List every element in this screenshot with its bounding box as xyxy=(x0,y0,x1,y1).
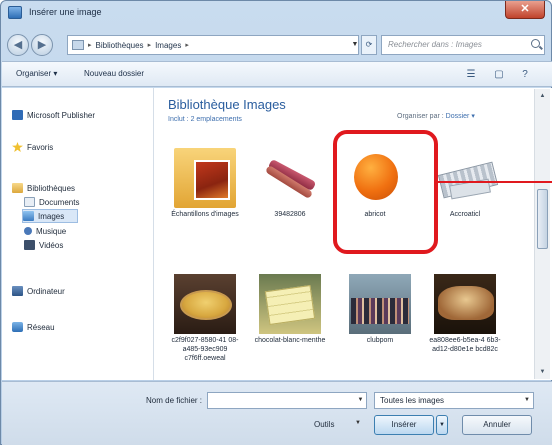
file-type-select[interactable]: Toutes les images ▼ xyxy=(374,392,534,409)
file-label: clubpom xyxy=(366,337,394,344)
search-input[interactable]: Rechercher dans : Images xyxy=(381,35,545,55)
library-locations-link[interactable]: Inclut : 2 emplacements xyxy=(168,116,242,123)
navigation-pane: Microsoft Publisher Favoris Bibliothèque… xyxy=(2,88,154,380)
nav-item-label: Microsoft Publisher xyxy=(27,110,96,120)
nav-item-label: Musique xyxy=(36,226,67,236)
view-options-icon[interactable]: ☰ xyxy=(464,68,478,81)
help-icon[interactable]: ? xyxy=(518,68,532,81)
insert-options-dropdown[interactable]: ▼ xyxy=(436,415,448,435)
publisher-icon xyxy=(12,110,23,120)
nav-item-libraries[interactable]: Bibliothèques xyxy=(12,181,75,195)
computer-icon xyxy=(12,286,23,296)
nav-item-label: Images xyxy=(38,211,65,221)
library-icon xyxy=(72,40,84,50)
breadcrumb-libraries[interactable]: Bibliothèques xyxy=(96,41,144,50)
scroll-up-icon[interactable]: ▲ xyxy=(537,91,548,101)
nav-item-favorites[interactable]: Favoris xyxy=(12,140,53,154)
star-icon xyxy=(12,142,23,152)
arrange-dropdown[interactable]: Dossier ▾ xyxy=(446,113,475,120)
arrange-by: Organiser par : Dossier ▾ xyxy=(397,112,475,120)
folder-icon xyxy=(174,148,236,208)
library-icon xyxy=(12,183,23,193)
search-placeholder: Rechercher dans : Images xyxy=(388,40,482,49)
chevron-down-icon: ▼ xyxy=(355,420,361,426)
breadcrumb[interactable]: ▸ Bibliothèques ▸ Images ▸ xyxy=(67,35,359,55)
vertical-scrollbar[interactable]: ▲ ▼ xyxy=(534,89,550,379)
cancel-button[interactable]: Annuler xyxy=(462,415,532,435)
rhubarb-image xyxy=(259,148,321,208)
nav-item-label: Ordinateur xyxy=(27,286,65,296)
filename-input[interactable] xyxy=(207,392,367,409)
refresh-button[interactable]: ⟳ xyxy=(361,35,377,55)
videos-icon xyxy=(24,240,35,250)
chevron-right-icon: ▸ xyxy=(185,42,189,49)
search-icon[interactable] xyxy=(531,39,540,48)
tools-button[interactable]: Outils xyxy=(314,420,334,429)
chevron-right-icon: ▸ xyxy=(147,42,152,49)
address-dropdown-icon[interactable]: ▼ xyxy=(349,35,361,55)
organize-button[interactable]: Organiser ▾ xyxy=(16,69,57,78)
close-button[interactable]: ✕ xyxy=(505,1,545,19)
filename-dropdown-icon[interactable]: ▼ xyxy=(354,392,367,409)
group-photo-image xyxy=(349,274,411,334)
chocolate-image xyxy=(259,274,321,334)
file-label: c2f9f027-8580-41 08-a485-93ec909 c7f6ff.… xyxy=(171,337,239,362)
filename-label: Nom de fichier : xyxy=(146,396,203,405)
tart-image xyxy=(174,274,236,334)
scroll-down-icon[interactable]: ▼ xyxy=(537,367,548,377)
nav-item-videos[interactable]: Vidéos xyxy=(24,238,63,252)
breadcrumb-images[interactable]: Images xyxy=(155,41,181,50)
nav-item-music[interactable]: Musique xyxy=(24,224,66,238)
nav-item-label: Favoris xyxy=(27,142,54,152)
nav-item-label: Réseau xyxy=(27,322,55,332)
forward-button[interactable]: ▶ xyxy=(31,34,53,56)
preview-pane-icon[interactable]: ▢ xyxy=(492,68,506,81)
address-bar: ◀ ▶ ▸ Bibliothèques ▸ Images ▸ ▼ ⟳ Reche… xyxy=(1,27,551,61)
window-title: Insérer une image xyxy=(29,7,102,17)
new-folder-button[interactable]: Nouveau dossier xyxy=(84,69,144,78)
chevron-down-icon: ▼ xyxy=(524,397,530,403)
nav-item-label: Documents xyxy=(39,197,80,207)
nav-item-computer[interactable]: Ordinateur xyxy=(12,284,65,298)
annotation-pointer xyxy=(438,181,552,183)
nav-item-images[interactable]: Images xyxy=(22,209,78,223)
insert-button[interactable]: Insérer xyxy=(374,415,434,435)
music-icon xyxy=(24,227,32,235)
toolbar: Organiser ▾ Nouveau dossier ☰ ▢ ? xyxy=(2,61,552,87)
document-image xyxy=(434,148,499,208)
app-icon xyxy=(8,6,22,19)
insert-image-dialog: Insérer une image ✕ ◀ ▶ ▸ Bibliothèques … xyxy=(0,0,552,445)
nav-item-documents[interactable]: Documents xyxy=(24,195,79,209)
scrollbar-thumb[interactable] xyxy=(537,189,548,249)
nav-item-publisher[interactable]: Microsoft Publisher xyxy=(12,108,95,122)
file-label: ea808ee6-b5ea-4 6b3-ad12-d80e1e bcd82c xyxy=(429,337,501,353)
file-label: chocolat-blanc-menthe xyxy=(254,337,326,344)
nav-item-label: Bibliothèques xyxy=(27,183,76,193)
chevron-right-icon: ▸ xyxy=(88,42,92,49)
file-label: 39482806 xyxy=(274,211,306,218)
file-type-value: Toutes les images xyxy=(380,396,445,405)
bread-image xyxy=(434,274,496,334)
nav-item-network[interactable]: Réseau xyxy=(12,320,55,334)
images-icon xyxy=(23,211,34,221)
title-bar: Insérer une image ✕ xyxy=(1,1,551,25)
network-icon xyxy=(12,322,23,332)
annotation-highlight xyxy=(333,130,438,254)
arrange-label: Organiser par : xyxy=(397,113,444,120)
nav-item-label: Vidéos xyxy=(39,240,64,250)
library-title: Bibliothèque Images xyxy=(168,97,286,112)
file-label: Échantillons d'images xyxy=(171,211,239,218)
documents-icon xyxy=(24,197,35,207)
dialog-footer: Nom de fichier : ▼ Toutes les images ▼ O… xyxy=(2,381,552,445)
back-button[interactable]: ◀ xyxy=(7,34,29,56)
